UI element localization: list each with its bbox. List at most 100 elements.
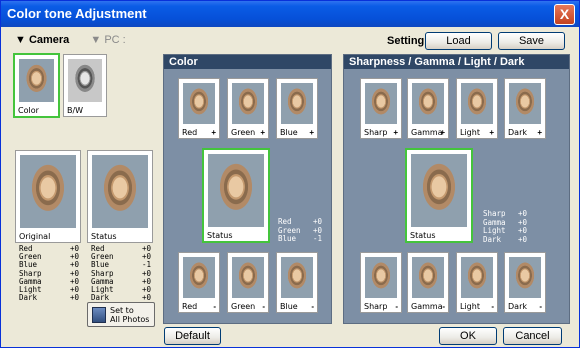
- thumb-label: Gamma: [411, 302, 443, 311]
- window-title: Color tone Adjustment: [7, 6, 147, 21]
- photo: [509, 257, 541, 298]
- thumb-label: Dark: [508, 128, 527, 137]
- photo: [412, 257, 444, 298]
- sgld-light-plus-thumb[interactable]: Light +: [456, 78, 498, 139]
- load-button[interactable]: Load: [425, 32, 492, 50]
- thumb-sign: +: [489, 128, 494, 137]
- sgld-dark-minus-thumb[interactable]: Dark -: [504, 252, 546, 313]
- color-red-minus-thumb[interactable]: Red -: [178, 252, 220, 313]
- stat-value: +0: [69, 293, 79, 303]
- thumb-label: Red: [182, 302, 198, 311]
- color-green-minus-thumb[interactable]: Green -: [227, 252, 269, 313]
- thumb-sign: +: [260, 128, 265, 137]
- source-tabs: ▼ Camera ▼ PC :: [15, 34, 144, 46]
- thumb-sign: -: [395, 302, 398, 311]
- tab-camera[interactable]: ▼ Camera: [15, 34, 69, 46]
- thumb-sign: -: [262, 302, 265, 311]
- status-thumb: Status: [87, 150, 153, 243]
- stat-value: +0: [517, 234, 527, 244]
- thumb-label: Dark: [508, 302, 527, 311]
- set-to-all-photos-button[interactable]: Set to All Photos: [87, 302, 155, 327]
- setting-label: Setting: [387, 35, 425, 47]
- thumb-label: Sharp: [364, 128, 388, 137]
- photo: [281, 257, 313, 298]
- color-blue-plus-thumb[interactable]: Blue +: [276, 78, 318, 139]
- color-tone-dialog: Color tone Adjustment X ▼ Camera ▼ PC : …: [0, 0, 580, 348]
- color-red-plus-thumb[interactable]: Red +: [178, 78, 220, 139]
- stat-key: Blue: [278, 234, 297, 243]
- photo: [232, 257, 264, 298]
- sgld-status-stats: Sharp +0 Gamma +0 Light +0 Dark +0: [483, 209, 527, 245]
- photo: [365, 83, 397, 124]
- bw-mode-thumb[interactable]: B/W: [63, 54, 107, 117]
- thumb-label: Status: [410, 231, 436, 240]
- photo: [232, 83, 264, 124]
- thumb-sign: -: [213, 302, 216, 311]
- photo: [281, 83, 313, 124]
- status-stats: Red +0 Green +0 Blue -1 Sharp +0 Gamma +0 Light +0 D…: [91, 244, 151, 302]
- photo: [19, 59, 54, 102]
- sgld-dark-plus-thumb[interactable]: Dark +: [504, 78, 546, 139]
- original-stats: Red +0 Green +0 Blue +0 Sharp +0 Gamma +0 Light +0 D…: [19, 244, 79, 302]
- original-thumb: Original: [15, 150, 81, 243]
- thumb-sign: +: [309, 128, 314, 137]
- photo: [68, 59, 102, 102]
- color-blue-minus-thumb[interactable]: Blue -: [276, 252, 318, 313]
- color-mode-thumb[interactable]: Color: [13, 53, 60, 118]
- color-panel-title: Color: [164, 55, 331, 69]
- photo: [92, 155, 148, 228]
- thumb-sign: -: [539, 302, 542, 311]
- photo: [412, 83, 444, 124]
- set-all-line1: Set to: [110, 306, 134, 315]
- thumb-label: B/W: [67, 106, 84, 115]
- stat-row: Dark +0: [483, 234, 527, 245]
- thumb-label: Sharp: [364, 302, 388, 311]
- stat-key: Dark: [19, 293, 38, 303]
- close-button[interactable]: X: [554, 4, 575, 25]
- ok-button[interactable]: OK: [439, 327, 497, 345]
- default-button[interactable]: Default: [164, 327, 221, 345]
- sgld-light-minus-thumb[interactable]: Light -: [456, 252, 498, 313]
- photo: [183, 83, 215, 124]
- thumb-sign: -: [442, 302, 445, 311]
- thumb-label: Status: [207, 231, 233, 240]
- color-green-plus-thumb[interactable]: Green +: [227, 78, 269, 139]
- stat-row: Blue -1: [278, 234, 322, 244]
- photo: [183, 257, 215, 298]
- save-button[interactable]: Save: [498, 32, 565, 50]
- thumb-sign: +: [440, 128, 445, 137]
- photo: [411, 154, 467, 227]
- thumb-label: Blue: [280, 302, 298, 311]
- sgld-panel-title: Sharpness / Gamma / Light / Dark: [344, 55, 569, 69]
- thumb-label: Green: [231, 128, 256, 137]
- photo: [461, 257, 493, 298]
- thumb-label: Light: [460, 302, 480, 311]
- photo: [365, 257, 397, 298]
- thumb-sign: +: [211, 128, 216, 137]
- sgld-sharp-plus-thumb[interactable]: Sharp +: [360, 78, 402, 139]
- photo: [509, 83, 541, 124]
- photo: [461, 83, 493, 124]
- photo: [208, 154, 264, 227]
- sgld-status-thumb: Status: [405, 148, 473, 243]
- title-bar: Color tone Adjustment X: [1, 1, 579, 27]
- cancel-button[interactable]: Cancel: [503, 327, 562, 345]
- thumb-label: Original: [19, 232, 51, 241]
- stat-key: Dark: [483, 234, 502, 244]
- stat-value: -1: [312, 234, 322, 243]
- thumb-label: Light: [460, 128, 480, 137]
- sgld-gamma-minus-thumb[interactable]: Gamma -: [407, 252, 449, 313]
- photo: [20, 155, 76, 228]
- sgld-sharp-minus-thumb[interactable]: Sharp -: [360, 252, 402, 313]
- thumb-label: Color: [18, 106, 39, 115]
- thumb-sign: -: [311, 302, 314, 311]
- thumb-sign: -: [491, 302, 494, 311]
- thumb-label: Green: [231, 302, 256, 311]
- thumb-sign: +: [393, 128, 398, 137]
- stat-row: Dark +0: [19, 294, 79, 302]
- thumb-label: Red: [182, 128, 198, 137]
- tab-pc[interactable]: ▼ PC :: [90, 34, 125, 46]
- sgld-gamma-plus-thumb[interactable]: Gamma +: [407, 78, 449, 139]
- thumb-sign: +: [537, 128, 542, 137]
- set-all-line2: All Photos: [110, 315, 150, 324]
